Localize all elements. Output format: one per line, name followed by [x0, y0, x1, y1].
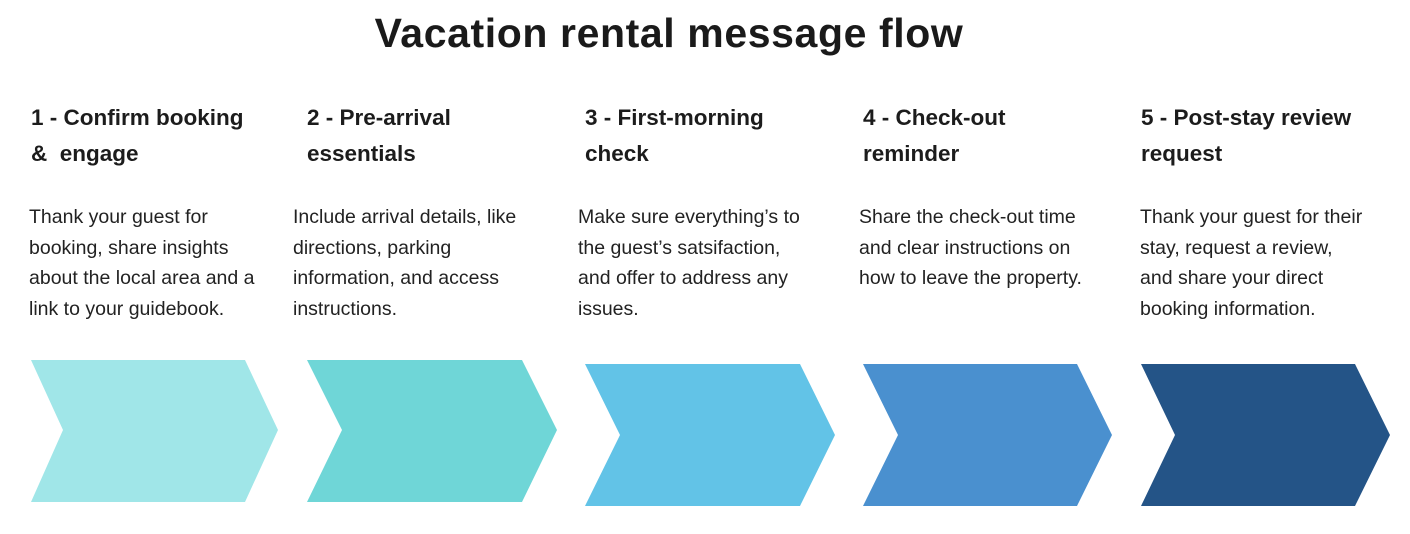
chevron-flow [31, 360, 1390, 506]
step-5-chevron [1141, 364, 1390, 506]
step-3-chevron [585, 364, 835, 506]
step-4-chevron [863, 364, 1112, 506]
step-2-chevron [307, 360, 557, 502]
step-1-chevron [31, 360, 278, 502]
